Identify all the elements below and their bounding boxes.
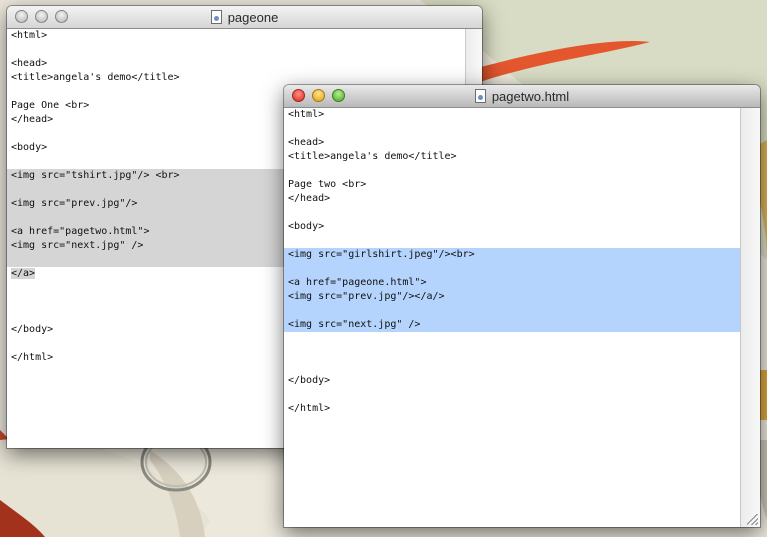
code-line: <title>angela's demo</title>: [288, 151, 457, 162]
window-controls: [292, 89, 345, 102]
text-editor-area[interactable]: <html> <head> <title>angela's demo</title>…: [284, 108, 740, 527]
code-line: <head>: [11, 58, 48, 69]
vertical-scrollbar[interactable]: [740, 108, 760, 527]
minimize-icon[interactable]: [312, 89, 325, 102]
code-line: <img src="girlshirt.jpeg"/><br>: [284, 248, 740, 262]
window-title: pageone: [227, 9, 279, 25]
code-line: Page two <br>: [288, 179, 367, 190]
window-controls: [15, 10, 68, 23]
window-titlebar-pageone[interactable]: pageone: [7, 6, 482, 29]
code-line: <head>: [288, 137, 325, 148]
code-line: </html>: [288, 403, 331, 414]
close-icon[interactable]: [15, 10, 28, 23]
close-icon[interactable]: [292, 89, 305, 102]
code-line: <a href="pageone.html">: [284, 276, 740, 290]
code-line: [284, 304, 740, 318]
resize-grip-icon[interactable]: [747, 514, 758, 525]
code-line: [284, 262, 740, 276]
document-icon: [210, 10, 222, 24]
zoom-icon[interactable]: [55, 10, 68, 23]
minimize-icon[interactable]: [35, 10, 48, 23]
code-line: <html>: [288, 109, 325, 120]
code-line: </body>: [288, 375, 331, 386]
code-line: <body>: [288, 221, 325, 232]
zoom-icon[interactable]: [332, 89, 345, 102]
window-titlebar-pagetwo[interactable]: pagetwo.html: [284, 85, 760, 108]
editor-window-pagetwo[interactable]: pagetwo.html <html> <head> <title>angela's…: [284, 85, 760, 527]
code-line: <title>angela's demo</title>: [11, 72, 180, 83]
code-line: <img src="next.jpg" />: [284, 318, 740, 332]
code-text: <html> <head> <title>angela's demo</title>…: [284, 108, 740, 416]
code-line: <img src="prev.jpg"/></a/>: [284, 290, 740, 304]
code-line: </head>: [288, 193, 331, 204]
code-line: <html>: [11, 30, 48, 41]
document-icon: [474, 89, 486, 103]
window-title: pagetwo.html: [491, 88, 570, 104]
